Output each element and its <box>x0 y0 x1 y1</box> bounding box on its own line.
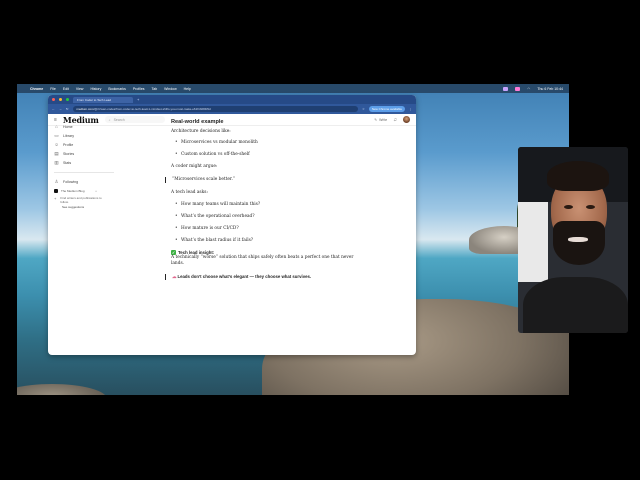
back-icon[interactable]: ← <box>52 107 55 111</box>
desktop-rock <box>17 384 107 395</box>
clock[interactable]: Thu 6 Feb 10:44 <box>537 87 563 91</box>
menu-profiles[interactable]: Profiles <box>133 87 145 91</box>
write-button[interactable]: ✎ Write <box>374 118 387 122</box>
maximize-window-button[interactable] <box>66 98 69 101</box>
medium-blog-icon <box>54 189 58 193</box>
tab-bar: From Coder to Tech Lead + <box>48 95 416 104</box>
notifications-icon[interactable]: ♫ <box>393 117 397 123</box>
forward-icon[interactable]: → <box>59 107 62 111</box>
list-item: Custom solution vs off-the-shelf <box>175 152 371 158</box>
find-writers-text: Find writers and publications to follow. <box>60 195 102 204</box>
tab-active[interactable]: From Coder to Tech Lead <box>73 96 133 103</box>
close-window-button[interactable] <box>52 98 55 101</box>
sidebar-item-following[interactable]: ♙ Following <box>54 178 109 187</box>
bullet-list: How many teams will maintain this? What’… <box>175 202 371 244</box>
following-icon: ♙ <box>54 179 59 184</box>
menu-edit[interactable]: Edit <box>63 87 69 91</box>
url-domain: medium.com <box>76 107 94 111</box>
update-chrome-button[interactable]: New Chrome available <box>368 106 405 112</box>
library-icon: ▭ <box>54 132 59 138</box>
sidebar-item-label: Profile <box>63 142 74 147</box>
webcam-person-eye <box>564 205 573 209</box>
new-tab-icon[interactable]: + <box>137 97 139 102</box>
menu-bookmarks[interactable]: Bookmarks <box>108 87 126 91</box>
stats-icon: ▥ <box>54 159 59 165</box>
profile-icon: ☺ <box>54 142 59 147</box>
list-item: How mature is our CI/CD? <box>175 226 371 232</box>
sidebar-item-home[interactable]: ⌂ Home <box>54 122 109 131</box>
list-item: What’s the blast radius if it fails? <box>175 238 371 244</box>
home-icon: ⌂ <box>55 124 58 129</box>
sidebar-item-label: Following <box>63 180 79 184</box>
menu-view[interactable]: View <box>76 87 84 91</box>
menu-app[interactable]: Chrome <box>30 87 43 91</box>
menu-help[interactable]: Help <box>184 87 191 91</box>
section-heading: Real-world example <box>171 119 224 125</box>
webcam-overlay <box>518 147 628 333</box>
webcam-person-hair <box>547 161 609 191</box>
webcam-person-mouth <box>568 237 588 242</box>
sidebar-item-stats[interactable]: ▥ Stats <box>54 158 109 167</box>
avatar[interactable] <box>403 116 410 123</box>
more-icon[interactable]: ⋮ <box>409 107 412 111</box>
search-input[interactable]: ⌕ Search <box>104 116 165 123</box>
sidebar: ⌂ Home ▭ Library ☺ Profile ▤ Stories ▥ S… <box>54 122 114 209</box>
address-bar[interactable]: medium.com /@rizwan-codes/from-coder-to-… <box>72 106 359 112</box>
plus-icon: + <box>54 195 57 201</box>
write-label: Write <box>379 117 388 122</box>
list-item: What’s the operational overhead? <box>175 214 371 220</box>
search-icon: ⌕ <box>108 117 111 122</box>
write-icon: ✎ <box>374 117 378 122</box>
wifi-icon[interactable]: ◠ <box>527 87 530 91</box>
find-writers: + Find writers and publications to follo… <box>54 196 109 204</box>
stories-icon: ▤ <box>54 150 59 156</box>
dot-icon: • <box>95 189 97 193</box>
sidebar-divider <box>54 172 114 173</box>
sidebar-item-label: Library <box>63 133 74 138</box>
address-bar-row: ← → ↻ medium.com /@rizwan-codes/from-cod… <box>48 104 416 114</box>
list-item: Microservices vs modular monolith <box>175 140 371 146</box>
search-placeholder: Search <box>113 117 125 122</box>
see-suggestions-link[interactable]: See suggestions <box>62 205 109 209</box>
final-line: Leads don’t choose what’s elegant — they… <box>177 274 312 279</box>
star-icon[interactable]: ☆ <box>362 107 365 111</box>
paragraph: A coder might argue: <box>171 164 218 169</box>
article-body: Real-world example Architecture decision… <box>165 119 371 280</box>
menu-history[interactable]: History <box>90 87 101 91</box>
webcam-person-body <box>523 277 628 333</box>
webcam-person-eye <box>586 205 595 209</box>
sidebar-item-label: Home <box>63 124 73 129</box>
paragraph: A tech lead asks: <box>171 190 208 195</box>
menu-file[interactable]: File <box>50 87 56 91</box>
sidebar-item-label: Stories <box>63 151 75 156</box>
medium-blog-label: The Medium Blog <box>61 189 85 193</box>
blockquote-final: ☁ Leads don’t choose what’s elegant — th… <box>165 274 371 280</box>
menu-tab[interactable]: Tab <box>152 87 158 91</box>
bullet-list: Microservices vs modular monolith Custom… <box>175 140 371 158</box>
menu-window[interactable]: Window <box>164 87 176 91</box>
webcam-wall <box>518 202 548 282</box>
brain-icon: ☁ <box>172 274 177 279</box>
url-path: /@rizwan-codes/from-coder-to-tech-lead-1… <box>93 107 211 111</box>
status-app-icon[interactable] <box>503 86 509 91</box>
sidebar-item-stories[interactable]: ▤ Stories <box>54 149 109 158</box>
desktop: Chrome File Edit View History Bookmarks … <box>17 84 569 395</box>
list-item: How many teams will maintain this? <box>175 202 371 208</box>
browser-window: From Coder to Tech Lead + ← → ↻ medium.c… <box>48 95 416 355</box>
sidebar-item-label: Stats <box>63 160 72 165</box>
sidebar-item-medium-blog[interactable]: The Medium Blog • <box>54 187 109 196</box>
reload-icon[interactable]: ↻ <box>66 107 69 111</box>
minimize-window-button[interactable] <box>59 98 62 101</box>
sidebar-item-library[interactable]: ▭ Library <box>54 131 109 140</box>
sidebar-item-profile[interactable]: ☺ Profile <box>54 140 109 149</box>
menu-bar: Chrome File Edit View History Bookmarks … <box>17 84 569 93</box>
blockquote: “Microservices scale better.” <box>165 177 371 183</box>
paragraph: A technically “worse” solution that ship… <box>171 255 354 266</box>
paragraph: Architecture decisions like: <box>171 129 231 134</box>
status-app-icon[interactable] <box>515 86 521 91</box>
webcam-person-beard <box>553 221 605 265</box>
